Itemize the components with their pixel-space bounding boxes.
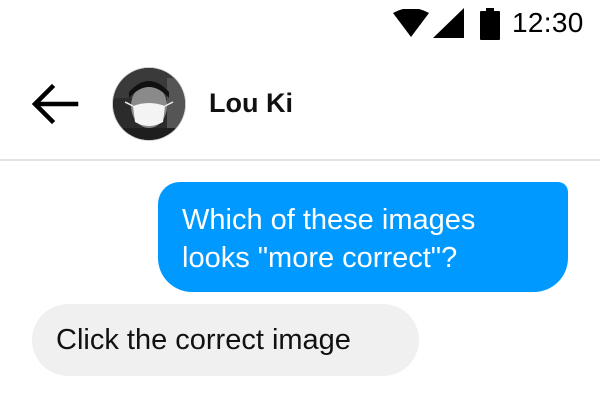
message-bubble-received[interactable]: Click the correct image: [32, 304, 419, 376]
wifi-icon: [393, 8, 429, 39]
chat-screen: 12:30 Lou Ki Which of these images looks…: [0, 0, 600, 400]
battery-icon: [480, 8, 500, 40]
signal-icon: [433, 8, 464, 38]
avatar[interactable]: [113, 68, 185, 140]
contact-name: Lou Ki: [209, 88, 293, 118]
back-button[interactable]: [28, 82, 80, 126]
status-bar: 12:30: [0, 0, 600, 48]
chat-header: Lou Ki: [0, 56, 600, 161]
arrow-left-icon: [31, 83, 79, 125]
status-time: 12:30: [512, 7, 584, 38]
message-bubble-sent[interactable]: Which of these images looks "more correc…: [158, 182, 568, 292]
